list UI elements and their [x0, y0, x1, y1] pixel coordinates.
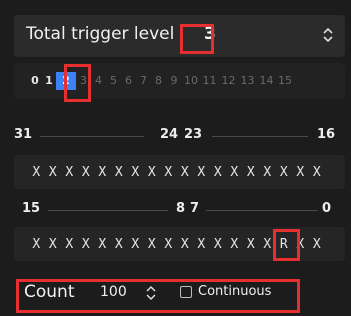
- level-chip[interactable]: 1: [42, 72, 56, 90]
- bit-label-24: 24: [160, 127, 179, 142]
- bit-cell[interactable]: X: [78, 165, 95, 180]
- bit-label-0: 0: [322, 201, 332, 216]
- level-chip[interactable]: 13: [238, 72, 257, 90]
- bit-label-16: 16: [317, 127, 336, 142]
- bit-cell[interactable]: X: [61, 165, 78, 180]
- bit-cell[interactable]: X: [94, 165, 111, 180]
- level-chip[interactable]: 4: [91, 72, 106, 90]
- bit-label-23: 23: [184, 127, 203, 142]
- count-stepper-icon[interactable]: [144, 284, 158, 302]
- upper-bit-labels: 31 24 23 16: [14, 127, 345, 147]
- bit-cell[interactable]: X: [292, 237, 309, 252]
- bit-cell[interactable]: X: [94, 237, 111, 252]
- trigger-level-label: Total trigger level: [26, 24, 175, 44]
- trigger-level-value[interactable]: 3: [204, 24, 216, 44]
- trigger-level-strip: 0 1 2 3 4 5 6 7 8 9 10 11 12 13 14 15: [14, 63, 345, 99]
- count-input[interactable]: 100: [100, 284, 127, 300]
- bit-cell[interactable]: X: [127, 237, 144, 252]
- bit-label-8: 8: [176, 201, 186, 216]
- bit-cell[interactable]: X: [177, 237, 194, 252]
- bit-cell[interactable]: X: [243, 237, 260, 252]
- level-chip[interactable]: 8: [151, 72, 166, 90]
- bit-cell[interactable]: X: [292, 165, 309, 180]
- count-row: Count 100 Continuous: [16, 276, 296, 310]
- bit-cell[interactable]: X: [193, 237, 210, 252]
- bit-cell[interactable]: X: [111, 165, 128, 180]
- bit-cell[interactable]: X: [243, 165, 260, 180]
- bit-cell[interactable]: X: [111, 237, 128, 252]
- bit-cell[interactable]: X: [210, 237, 227, 252]
- level-chip-selected[interactable]: 2: [56, 72, 76, 90]
- lower-bit-row: XXXXXXXXXXXXXXXRXX: [14, 227, 345, 261]
- level-chip[interactable]: 15: [276, 72, 294, 90]
- level-chip[interactable]: 5: [106, 72, 121, 90]
- bit-cell[interactable]: R: [276, 237, 293, 252]
- bit-label-31: 31: [14, 127, 33, 142]
- bit-cell[interactable]: X: [259, 237, 276, 252]
- lower-bit-labels: 15 8 7 0: [14, 201, 345, 221]
- bit-label-15: 15: [22, 201, 41, 216]
- bit-cell[interactable]: X: [28, 165, 45, 180]
- level-chip[interactable]: 9: [166, 72, 182, 90]
- bit-cell[interactable]: X: [177, 165, 194, 180]
- level-chip[interactable]: 14: [257, 72, 276, 90]
- bit-cell[interactable]: X: [28, 237, 45, 252]
- bit-cell[interactable]: X: [259, 165, 276, 180]
- level-chip[interactable]: 3: [76, 72, 91, 90]
- bit-cell[interactable]: X: [309, 165, 326, 180]
- bit-cell[interactable]: X: [45, 237, 62, 252]
- bit-cell[interactable]: X: [276, 165, 293, 180]
- level-chip[interactable]: 7: [136, 72, 151, 90]
- upper-bit-cells: XXXXXXXXXXXXXXXXXX: [14, 155, 345, 189]
- continuous-checkbox[interactable]: [180, 286, 192, 298]
- bit-cell[interactable]: X: [160, 237, 177, 252]
- level-chip[interactable]: 11: [200, 72, 219, 90]
- bit-cell[interactable]: X: [45, 165, 62, 180]
- bit-cell[interactable]: X: [210, 165, 227, 180]
- bit-cell[interactable]: X: [160, 165, 177, 180]
- trigger-level-select[interactable]: Total trigger level 3: [14, 15, 345, 57]
- lower-bit-cells: XXXXXXXXXXXXXXXRXX: [14, 227, 345, 261]
- count-label: Count: [24, 282, 75, 302]
- bit-cell[interactable]: X: [127, 165, 144, 180]
- chevron-updown-icon[interactable]: [321, 25, 335, 45]
- bit-cell[interactable]: X: [144, 237, 161, 252]
- bit-cell[interactable]: X: [226, 165, 243, 180]
- upper-bit-row: XXXXXXXXXXXXXXXXXX: [14, 155, 345, 189]
- bit-cell[interactable]: X: [78, 237, 95, 252]
- continuous-label[interactable]: Continuous: [198, 284, 271, 299]
- level-chips: 0 1 2 3 4 5 6 7 8 9 10 11 12 13 14 15: [28, 63, 294, 99]
- bit-cell[interactable]: X: [226, 237, 243, 252]
- level-chip[interactable]: 0: [28, 72, 42, 90]
- level-chip[interactable]: 6: [121, 72, 136, 90]
- bit-cell[interactable]: X: [144, 165, 161, 180]
- bit-cell[interactable]: X: [61, 237, 78, 252]
- bit-cell[interactable]: X: [309, 237, 326, 252]
- level-chip[interactable]: 10: [182, 72, 200, 90]
- bit-cell[interactable]: X: [193, 165, 210, 180]
- level-chip[interactable]: 12: [219, 72, 238, 90]
- bit-label-7: 7: [190, 201, 200, 216]
